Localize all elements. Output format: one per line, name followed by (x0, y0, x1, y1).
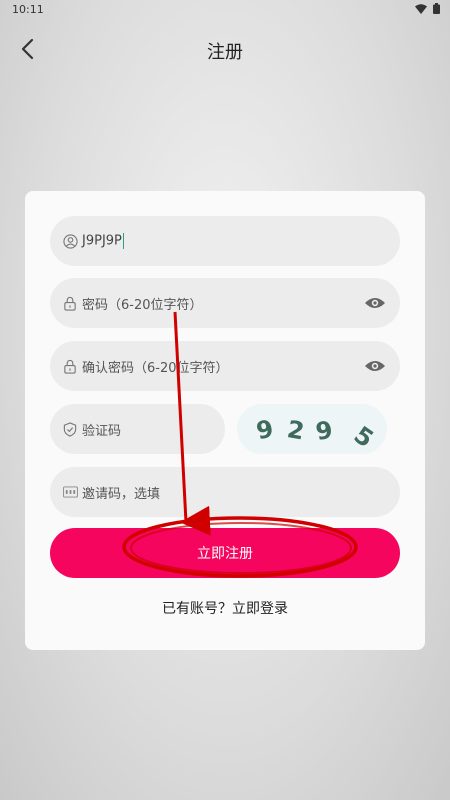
wifi-icon (415, 3, 427, 14)
username-field[interactable]: J9PJ9P (50, 216, 400, 266)
battery-icon (433, 3, 440, 14)
invite-code-placeholder: 邀请码，选填 (82, 486, 161, 502)
invite-code-field[interactable]: 邀请码，选填 (50, 467, 400, 517)
captcha-char: 9 (314, 416, 335, 446)
captcha-image[interactable]: 9 2 9 5 (237, 404, 387, 454)
captcha-char: 2 (285, 415, 306, 445)
confirm-password-field[interactable]: 确认密码（6-20位字符） (50, 341, 400, 391)
text-cursor (122, 233, 124, 249)
captcha-char: 9 (254, 414, 276, 445)
register-card: J9PJ9P 密码（6-20位字符） 确认密码（6-20位字符） 验证码 9 2… (25, 191, 425, 650)
captcha-placeholder: 验证码 (82, 423, 122, 439)
status-time: 10:11 (12, 3, 44, 16)
login-link[interactable]: 已有账号？立即登录 (25, 598, 425, 618)
username-value: J9PJ9P (82, 233, 122, 249)
password-field[interactable]: 密码（6-20位字符） (50, 278, 400, 328)
password-placeholder: 密码（6-20位字符） (82, 297, 203, 313)
captcha-input[interactable]: 验证码 (50, 404, 225, 454)
user-icon (62, 233, 78, 249)
status-icons (415, 3, 440, 14)
invite-code-icon (62, 484, 78, 500)
eye-icon[interactable] (364, 355, 386, 377)
captcha-char: 5 (349, 421, 379, 454)
lock-icon (62, 358, 78, 374)
status-bar: 10:11 (0, 0, 450, 22)
confirm-password-placeholder: 确认密码（6-20位字符） (82, 360, 229, 376)
page-title: 注册 (207, 42, 243, 63)
lock-icon (62, 295, 78, 311)
header: 注册 (0, 30, 450, 70)
shield-icon (62, 421, 78, 437)
register-button[interactable]: 立即注册 (50, 528, 400, 578)
eye-icon[interactable] (364, 292, 386, 314)
